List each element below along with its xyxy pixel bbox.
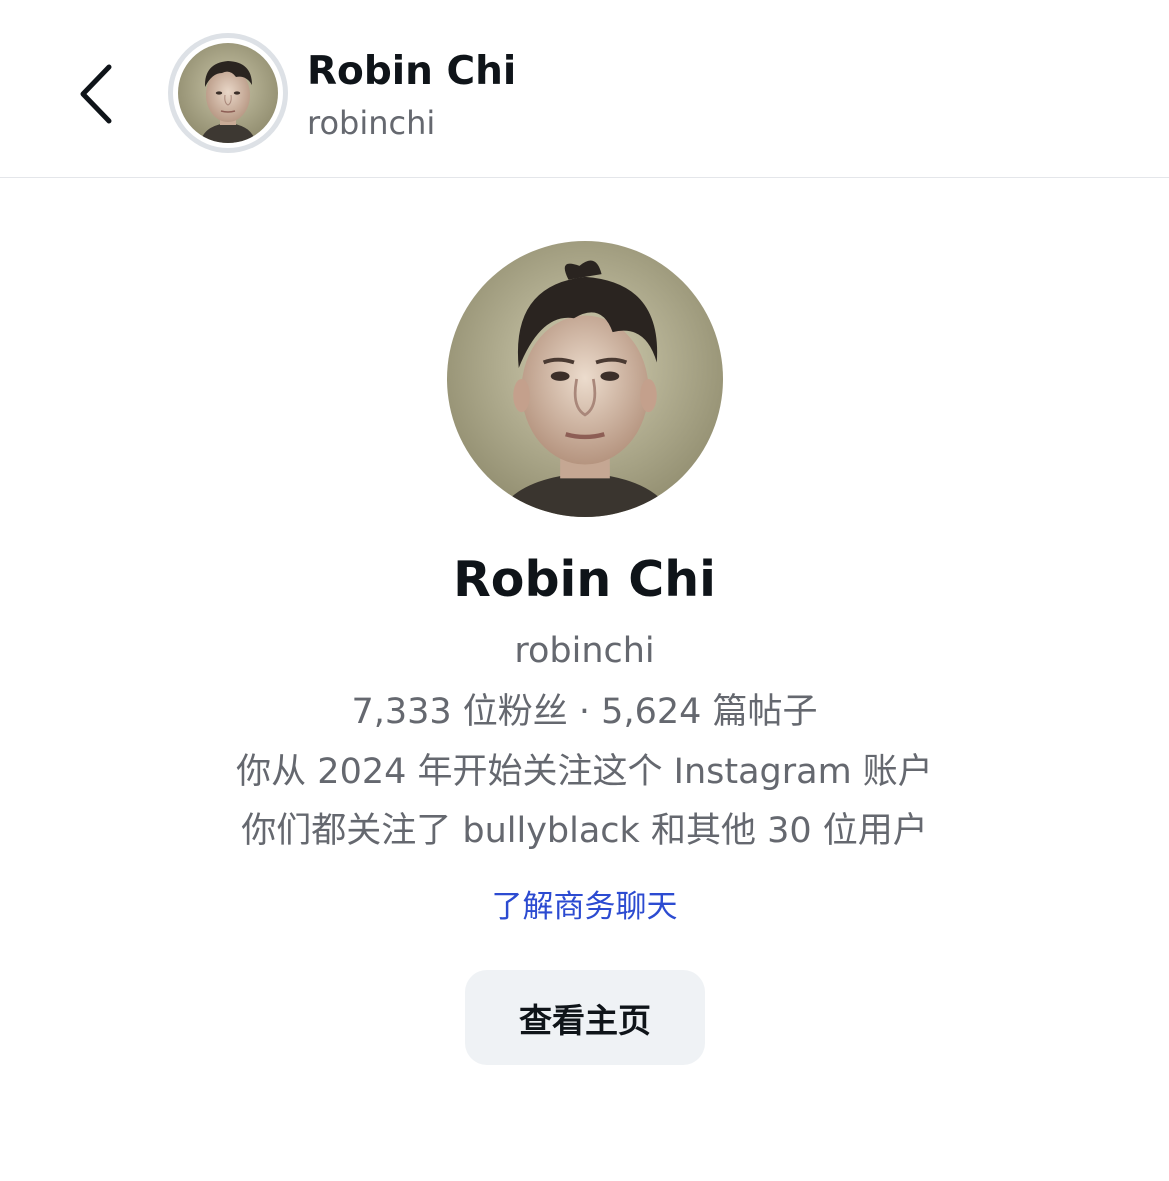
profile-stats: 7,333 位粉丝 · 5,624 篇帖子 (351, 692, 818, 732)
view-profile-button[interactable]: 查看主页 (465, 970, 705, 1065)
header-avatar[interactable] (168, 33, 288, 153)
profile-handle: robinchi (514, 631, 655, 671)
chat-header: Robin Chi robinchi (0, 0, 1169, 178)
profile-avatar[interactable] (447, 241, 723, 517)
profile-name: Robin Chi (453, 551, 716, 608)
business-chat-link-row: 了解商务聊天 (0, 885, 1169, 929)
follow-since-text: 你从 2024 年开始关注这个 Instagram 账户 (236, 752, 933, 792)
header-handle: robinchi (307, 104, 436, 142)
business-chat-link[interactable]: 了解商务聊天 (492, 889, 678, 925)
profile-page: Robin Chi robinchi Robin Chi robinchi 7,… (0, 0, 1169, 1181)
avatar-image (447, 241, 723, 517)
header-name: Robin Chi (307, 49, 517, 94)
avatar (178, 43, 278, 143)
avatar-image (178, 43, 278, 143)
back-button[interactable] (60, 50, 132, 138)
chevron-left-icon (80, 64, 112, 124)
mutual-followers-text: 你们都关注了 bullyblack 和其他 30 位用户 (241, 811, 928, 851)
